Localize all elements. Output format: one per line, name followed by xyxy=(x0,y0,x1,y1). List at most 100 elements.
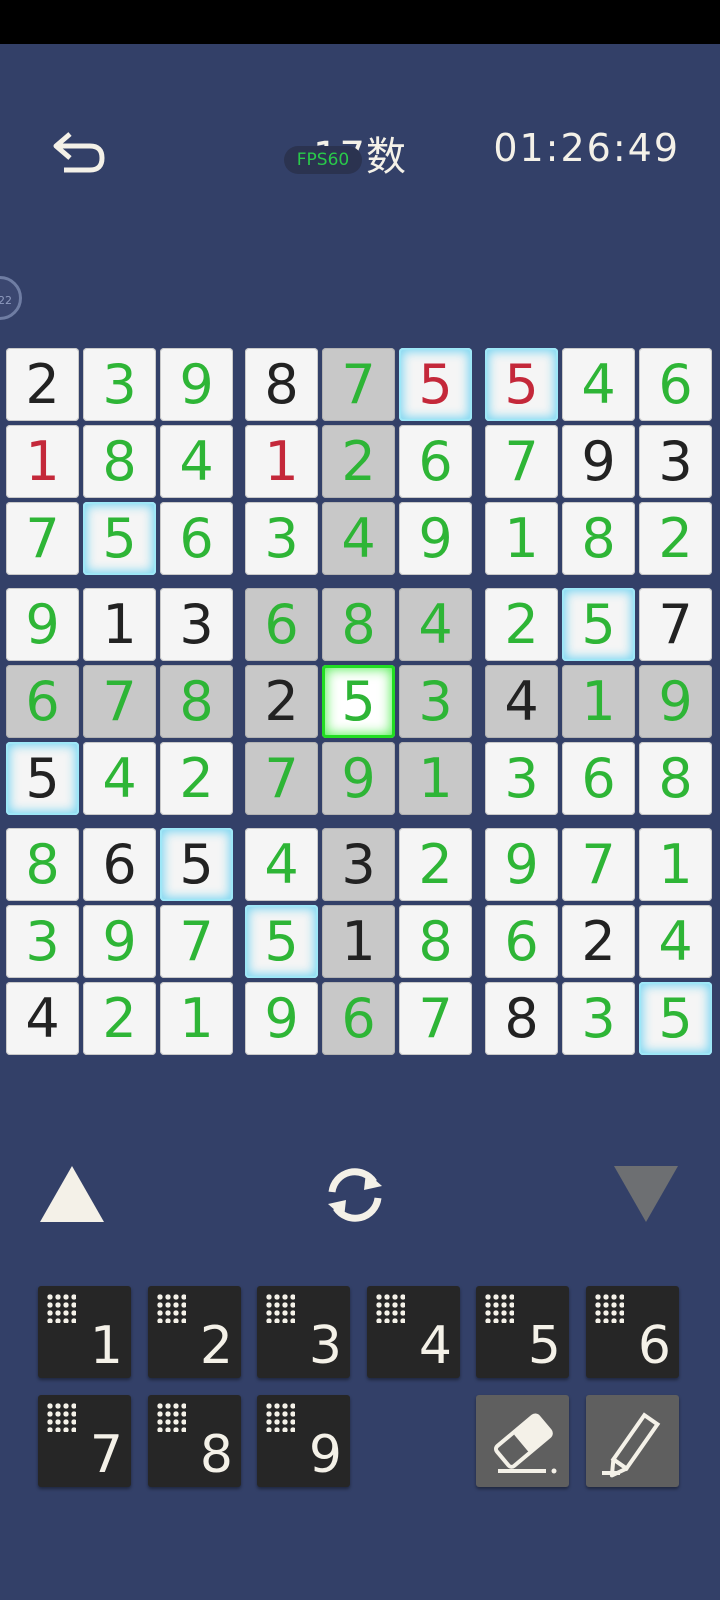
board-cell-r5c3[interactable]: 8 xyxy=(160,665,233,738)
board-cell-r5c9[interactable]: 9 xyxy=(639,665,712,738)
board-cell-r7c9[interactable]: 1 xyxy=(639,828,712,901)
refresh-button[interactable] xyxy=(320,1162,390,1228)
number-key-label: 2 xyxy=(199,1316,233,1376)
number-key-1[interactable]: 1 xyxy=(38,1286,131,1378)
board-cell-r5c8[interactable]: 1 xyxy=(562,665,635,738)
board-cell-r9c8[interactable]: 3 xyxy=(562,982,635,1055)
board-cell-r4c9[interactable]: 7 xyxy=(639,588,712,661)
board-cell-r2c7[interactable]: 7 xyxy=(485,425,558,498)
board-cell-r8c1[interactable]: 3 xyxy=(6,905,79,978)
board-cell-r2c4[interactable]: 1 xyxy=(245,425,318,498)
note-grid-icon xyxy=(156,1293,186,1323)
board-cell-r7c6[interactable]: 2 xyxy=(399,828,472,901)
board-cell-r5c6[interactable]: 3 xyxy=(399,665,472,738)
board-cell-r4c4[interactable]: 6 xyxy=(245,588,318,661)
board-cell-r6c7[interactable]: 3 xyxy=(485,742,558,815)
board-cell-r1c9[interactable]: 6 xyxy=(639,348,712,421)
board-cell-r7c1[interactable]: 8 xyxy=(6,828,79,901)
board-cell-r6c3[interactable]: 2 xyxy=(160,742,233,815)
board-cell-r4c1[interactable]: 9 xyxy=(6,588,79,661)
board-cell-r3c8[interactable]: 8 xyxy=(562,502,635,575)
triangle-up-icon[interactable] xyxy=(40,1166,104,1222)
board-cell-r9c4[interactable]: 9 xyxy=(245,982,318,1055)
board-cell-r3c2[interactable]: 5 xyxy=(83,502,156,575)
board-cell-r1c1[interactable]: 2 xyxy=(6,348,79,421)
board-cell-r3c4[interactable]: 3 xyxy=(245,502,318,575)
board-cell-r8c9[interactable]: 4 xyxy=(639,905,712,978)
board-cell-r3c5[interactable]: 4 xyxy=(322,502,395,575)
number-key-4[interactable]: 4 xyxy=(367,1286,460,1378)
board-cell-r1c4[interactable]: 8 xyxy=(245,348,318,421)
number-key-8[interactable]: 8 xyxy=(148,1395,241,1487)
board-cell-r7c7[interactable]: 9 xyxy=(485,828,558,901)
board-cell-r1c7[interactable]: 5 xyxy=(485,348,558,421)
board-cell-r9c6[interactable]: 7 xyxy=(399,982,472,1055)
number-key-3[interactable]: 3 xyxy=(257,1286,350,1378)
board-cell-r3c1[interactable]: 7 xyxy=(6,502,79,575)
board-cell-r6c6[interactable]: 1 xyxy=(399,742,472,815)
number-key-7[interactable]: 7 xyxy=(38,1395,131,1487)
board-cell-r4c5[interactable]: 8 xyxy=(322,588,395,661)
board-cell-r7c3[interactable]: 5 xyxy=(160,828,233,901)
board-cell-r7c5[interactable]: 3 xyxy=(322,828,395,901)
board-cell-r6c9[interactable]: 8 xyxy=(639,742,712,815)
board-cell-r9c9[interactable]: 5 xyxy=(639,982,712,1055)
board-cell-r8c3[interactable]: 7 xyxy=(160,905,233,978)
board-cell-r1c3[interactable]: 9 xyxy=(160,348,233,421)
board-cell-r5c1[interactable]: 6 xyxy=(6,665,79,738)
pencil-button[interactable] xyxy=(586,1395,679,1487)
board-cell-r9c1[interactable]: 4 xyxy=(6,982,79,1055)
board-cell-r5c4[interactable]: 2 xyxy=(245,665,318,738)
board-cell-r1c6[interactable]: 5 xyxy=(399,348,472,421)
board-cell-r8c5[interactable]: 1 xyxy=(322,905,395,978)
board-cell-r2c1[interactable]: 1 xyxy=(6,425,79,498)
board-cell-r3c7[interactable]: 1 xyxy=(485,502,558,575)
number-key-label: 3 xyxy=(308,1316,342,1376)
board-cell-r9c5[interactable]: 6 xyxy=(322,982,395,1055)
number-key-label: 7 xyxy=(89,1425,123,1485)
board-cell-r1c5[interactable]: 7 xyxy=(322,348,395,421)
board-cell-r4c7[interactable]: 2 xyxy=(485,588,558,661)
floating-side-badge[interactable]: 22 xyxy=(0,276,22,320)
board-cell-r8c4[interactable]: 5 xyxy=(245,905,318,978)
board-cell-r5c5[interactable]: 5 xyxy=(322,665,395,738)
board-cell-r7c8[interactable]: 7 xyxy=(562,828,635,901)
board-cell-r2c5[interactable]: 2 xyxy=(322,425,395,498)
board-cell-r8c2[interactable]: 9 xyxy=(83,905,156,978)
board-cell-r1c2[interactable]: 3 xyxy=(83,348,156,421)
number-key-5[interactable]: 5 xyxy=(476,1286,569,1378)
board-cell-r3c3[interactable]: 6 xyxy=(160,502,233,575)
board-cell-r4c6[interactable]: 4 xyxy=(399,588,472,661)
board-cell-r5c7[interactable]: 4 xyxy=(485,665,558,738)
board-cell-r4c3[interactable]: 3 xyxy=(160,588,233,661)
board-cell-r3c6[interactable]: 9 xyxy=(399,502,472,575)
board-cell-r2c8[interactable]: 9 xyxy=(562,425,635,498)
board-cell-r6c4[interactable]: 7 xyxy=(245,742,318,815)
board-cell-r9c7[interactable]: 8 xyxy=(485,982,558,1055)
board-cell-r3c9[interactable]: 2 xyxy=(639,502,712,575)
board-cell-r7c4[interactable]: 4 xyxy=(245,828,318,901)
board-cell-r6c5[interactable]: 9 xyxy=(322,742,395,815)
number-key-2[interactable]: 2 xyxy=(148,1286,241,1378)
triangle-down-icon[interactable] xyxy=(614,1166,678,1222)
board-cell-r7c2[interactable]: 6 xyxy=(83,828,156,901)
board-cell-r9c2[interactable]: 2 xyxy=(83,982,156,1055)
board-cell-r6c1[interactable]: 5 xyxy=(6,742,79,815)
board-cell-r2c3[interactable]: 4 xyxy=(160,425,233,498)
board-cell-r4c2[interactable]: 1 xyxy=(83,588,156,661)
board-cell-r9c3[interactable]: 1 xyxy=(160,982,233,1055)
board-cell-r6c8[interactable]: 6 xyxy=(562,742,635,815)
board-cell-r8c8[interactable]: 2 xyxy=(562,905,635,978)
board-cell-r8c7[interactable]: 6 xyxy=(485,905,558,978)
board-cell-r4c8[interactable]: 5 xyxy=(562,588,635,661)
board-cell-r2c6[interactable]: 6 xyxy=(399,425,472,498)
board-cell-r6c2[interactable]: 4 xyxy=(83,742,156,815)
board-cell-r1c8[interactable]: 4 xyxy=(562,348,635,421)
number-key-9[interactable]: 9 xyxy=(257,1395,350,1487)
board-cell-r5c2[interactable]: 7 xyxy=(83,665,156,738)
number-key-6[interactable]: 6 xyxy=(586,1286,679,1378)
board-cell-r2c2[interactable]: 8 xyxy=(83,425,156,498)
eraser-button[interactable] xyxy=(476,1395,569,1487)
board-cell-r8c6[interactable]: 8 xyxy=(399,905,472,978)
board-cell-r2c9[interactable]: 3 xyxy=(639,425,712,498)
